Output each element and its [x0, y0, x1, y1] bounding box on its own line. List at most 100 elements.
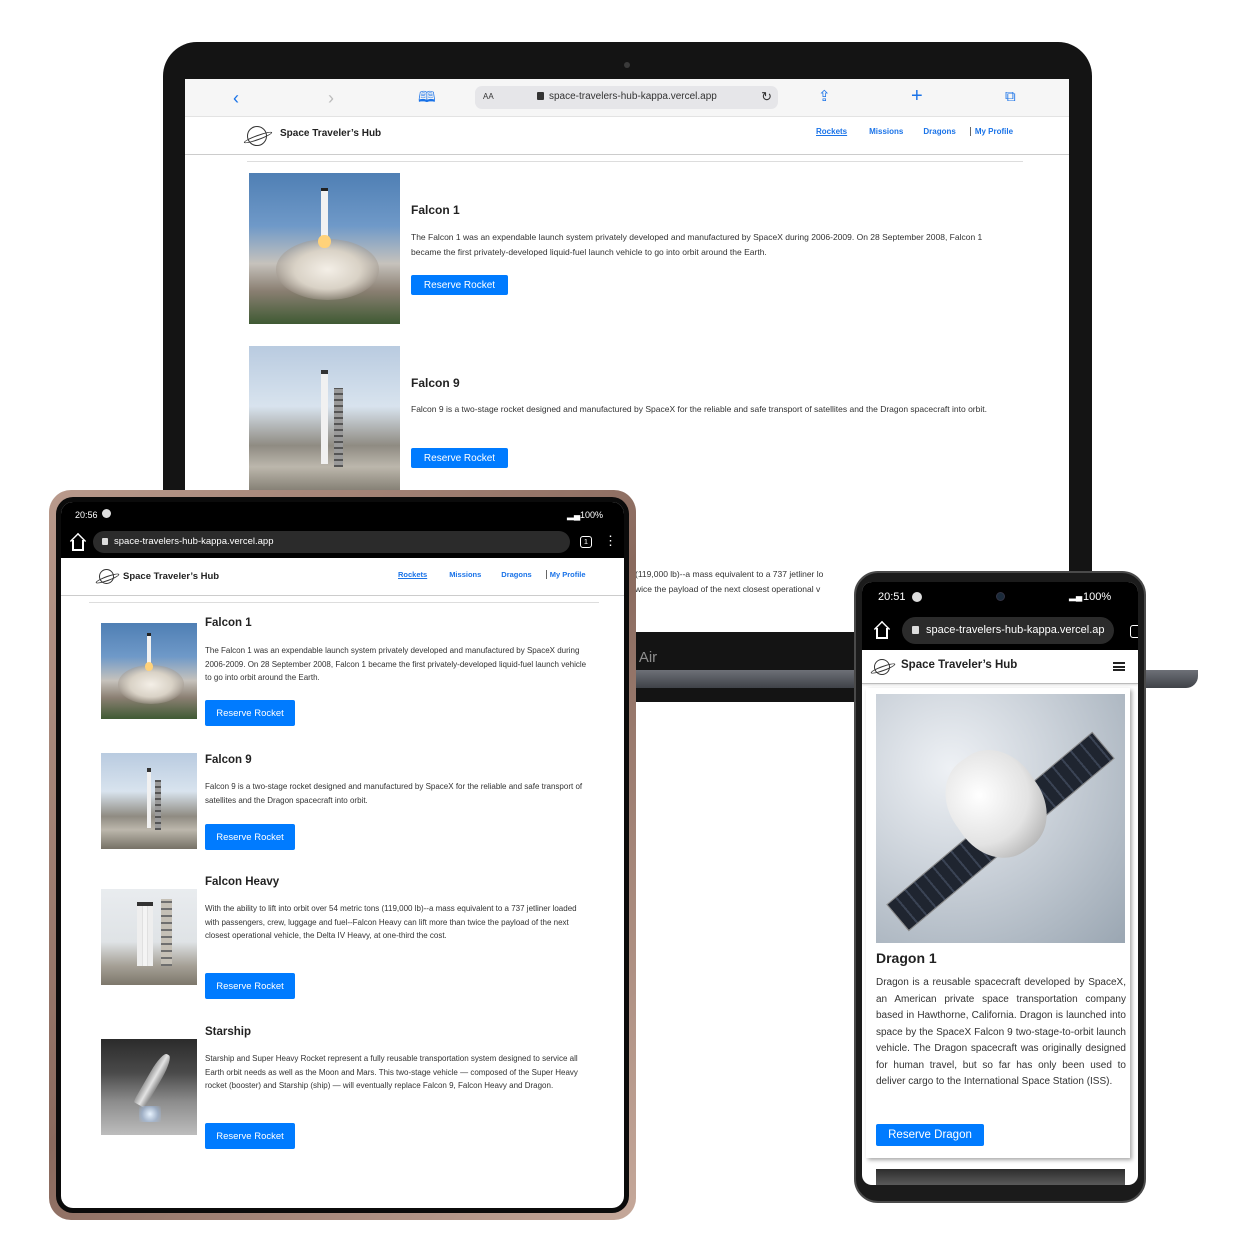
rocket-name: Falcon Heavy [205, 876, 280, 888]
phone-screen: 20:51 ▂▄ 100% space-travelers-hub-kappa.… [862, 582, 1138, 1185]
share-icon[interactable]: ⇪ [818, 88, 831, 106]
main-nav: Rockets Missions Dragons My Profile [398, 570, 586, 579]
notification-icon [912, 592, 922, 602]
nav-dragons[interactable]: Dragons [501, 570, 531, 579]
signal-icon: ▂▄ [1069, 591, 1083, 601]
bookmarks-icon[interactable]: 🕮 [418, 89, 436, 107]
new-tab-icon[interactable]: + [911, 86, 923, 106]
reserve-rocket-button[interactable]: Reserve Rocket [205, 700, 295, 726]
battery-text: 100% [1083, 591, 1112, 603]
tablet-screen: 20:56 ▂▄ 100% space-travelers-hub-kappa.… [61, 502, 624, 1208]
rocket-name: Falcon 1 [411, 203, 460, 217]
browser-toolbar: space-travelers-hub-kappa.vercel.ap [862, 612, 1138, 650]
nav-separator [969, 127, 971, 136]
rocket-description-fragment: (119,000 lb)--a mass equivalent to a 737… [635, 569, 824, 579]
nav-missions[interactable]: Missions [449, 570, 481, 579]
lock-icon [102, 538, 108, 545]
rocket-image [249, 173, 400, 324]
address-url[interactable]: space-travelers-hub-kappa.vercel.ap [926, 624, 1105, 636]
nav-rockets[interactable]: Rockets [398, 570, 427, 579]
address-bar[interactable]: space-travelers-hub-kappa.vercel.ap [902, 617, 1114, 644]
tabs-icon[interactable]: ⧉ [1005, 88, 1016, 106]
nav-rockets[interactable]: Rockets [816, 127, 847, 136]
address-bar[interactable]: AA space-travelers-hub-kappa.vercel.app … [475, 86, 778, 109]
battery-text: 100% [580, 510, 604, 520]
browser-toolbar: space-travelers-hub-kappa.vercel.app 1 ⋮ [61, 528, 624, 558]
reserve-rocket-button[interactable]: Reserve Rocket [205, 1123, 295, 1149]
back-icon[interactable]: ‹ [233, 89, 239, 107]
rocket-card: Falcon 1 The Falcon 1 was an expendable … [101, 616, 591, 726]
nav-missions[interactable]: Missions [869, 127, 903, 136]
status-bar: 20:56 ▂▄ 100% [61, 502, 624, 528]
header-divider [89, 602, 599, 603]
rocket-name: Falcon 9 [411, 376, 460, 390]
signal-icon: ▂▄ [567, 510, 581, 520]
nav-my-profile[interactable]: My Profile [975, 127, 1013, 136]
hamburger-icon[interactable] [1113, 662, 1125, 671]
lock-icon [537, 92, 544, 100]
tabs-count[interactable] [1130, 625, 1138, 638]
reload-icon[interactable]: ↻ [761, 89, 772, 105]
lock-icon [912, 626, 919, 634]
status-bar: 20:51 ▂▄ 100% [862, 582, 1138, 612]
address-url[interactable]: space-travelers-hub-kappa.vercel.app [549, 91, 717, 102]
logo-planet-icon [247, 126, 267, 146]
reserve-rocket-button[interactable]: Reserve Rocket [411, 448, 508, 468]
brand-title: Space Traveler’s Hub [123, 571, 220, 582]
notification-icon [102, 509, 111, 518]
address-url[interactable]: space-travelers-hub-kappa.vercel.app [114, 536, 273, 547]
dragon-description: Dragon is a reusable spacecraft develope… [876, 977, 1126, 1087]
nav-dragons[interactable]: Dragons [923, 127, 955, 136]
rocket-image [101, 1039, 197, 1135]
rocket-card: Falcon Heavy With the ability to lift in… [101, 875, 591, 999]
brand-title: Space Traveler’s Hub [280, 128, 382, 139]
header-divider [247, 161, 1023, 162]
rocket-image [101, 889, 197, 985]
reserve-dragon-button[interactable]: Reserve Dragon [876, 1124, 984, 1146]
reader-text-size-button[interactable]: AA [483, 92, 494, 101]
front-camera [996, 592, 1005, 601]
rocket-name: Falcon 9 [205, 754, 252, 766]
rocket-description: Falcon 9 is a two-stage rocket designed … [205, 782, 583, 805]
nav-my-profile[interactable]: My Profile [550, 570, 586, 579]
rocket-card: Falcon 9 Falcon 9 is a two-stage rocket … [249, 346, 1025, 497]
rocket-description: The Falcon 1 was an expendable launch sy… [411, 232, 983, 257]
rocket-card: Falcon 9 Falcon 9 is a two-stage rocket … [101, 753, 591, 853]
rocket-card: Starship Starship and Super Heavy Rocket… [101, 1025, 591, 1149]
logo-planet-icon [99, 569, 114, 584]
rocket-description-fragment: wice the payload of the next closest ope… [635, 584, 821, 594]
rocket-image [249, 346, 400, 497]
menu-icon[interactable]: ⋮ [604, 533, 617, 549]
status-time: 20:56 [75, 510, 98, 520]
site-header: Space Traveler’s Hub Rockets Missions Dr… [185, 117, 1069, 155]
logo-planet-icon [874, 659, 890, 675]
reserve-rocket-button[interactable]: Reserve Rocket [205, 973, 295, 999]
rocket-card: Falcon 1 The Falcon 1 was an expendable … [249, 173, 1025, 324]
rocket-description: The Falcon 1 was an expendable launch sy… [205, 646, 587, 682]
reserve-rocket-button[interactable]: Reserve Rocket [205, 824, 295, 850]
home-icon[interactable] [876, 628, 888, 639]
rocket-name: Starship [205, 1026, 252, 1038]
main-nav: Rockets Missions Dragons My Profile [816, 127, 1013, 136]
forward-icon[interactable]: › [328, 89, 334, 107]
next-dragon-image [876, 1169, 1125, 1185]
rocket-description: Falcon 9 is a two-stage rocket designed … [411, 404, 987, 414]
home-icon[interactable] [72, 540, 84, 551]
reserve-rocket-button[interactable]: Reserve Rocket [411, 275, 508, 295]
brand-title: Space Traveler’s Hub [901, 659, 1018, 671]
rocket-image [101, 623, 197, 719]
site-header: Space Traveler’s Hub [862, 650, 1138, 684]
status-time: 20:51 [878, 591, 906, 603]
laptop-camera [624, 62, 630, 68]
safari-toolbar: ‹ › 🕮 AA space-travelers-hub-kappa.verce… [185, 79, 1069, 117]
address-bar[interactable]: space-travelers-hub-kappa.vercel.app [93, 531, 570, 553]
tabs-count[interactable]: 1 [580, 536, 592, 548]
dragon-card: Dragon 1 Dragon is a reusable spacecraft… [866, 688, 1130, 1158]
dragon-image [876, 694, 1125, 943]
dragon-name: Dragon 1 [876, 950, 937, 966]
site-header: Space Traveler’s Hub Rockets Missions Dr… [61, 558, 624, 596]
rocket-image [101, 753, 197, 849]
rocket-description: With the ability to lift into orbit over… [205, 904, 577, 940]
rocket-description: Starship and Super Heavy Rocket represen… [205, 1054, 578, 1090]
rocket-name: Falcon 1 [205, 617, 252, 629]
